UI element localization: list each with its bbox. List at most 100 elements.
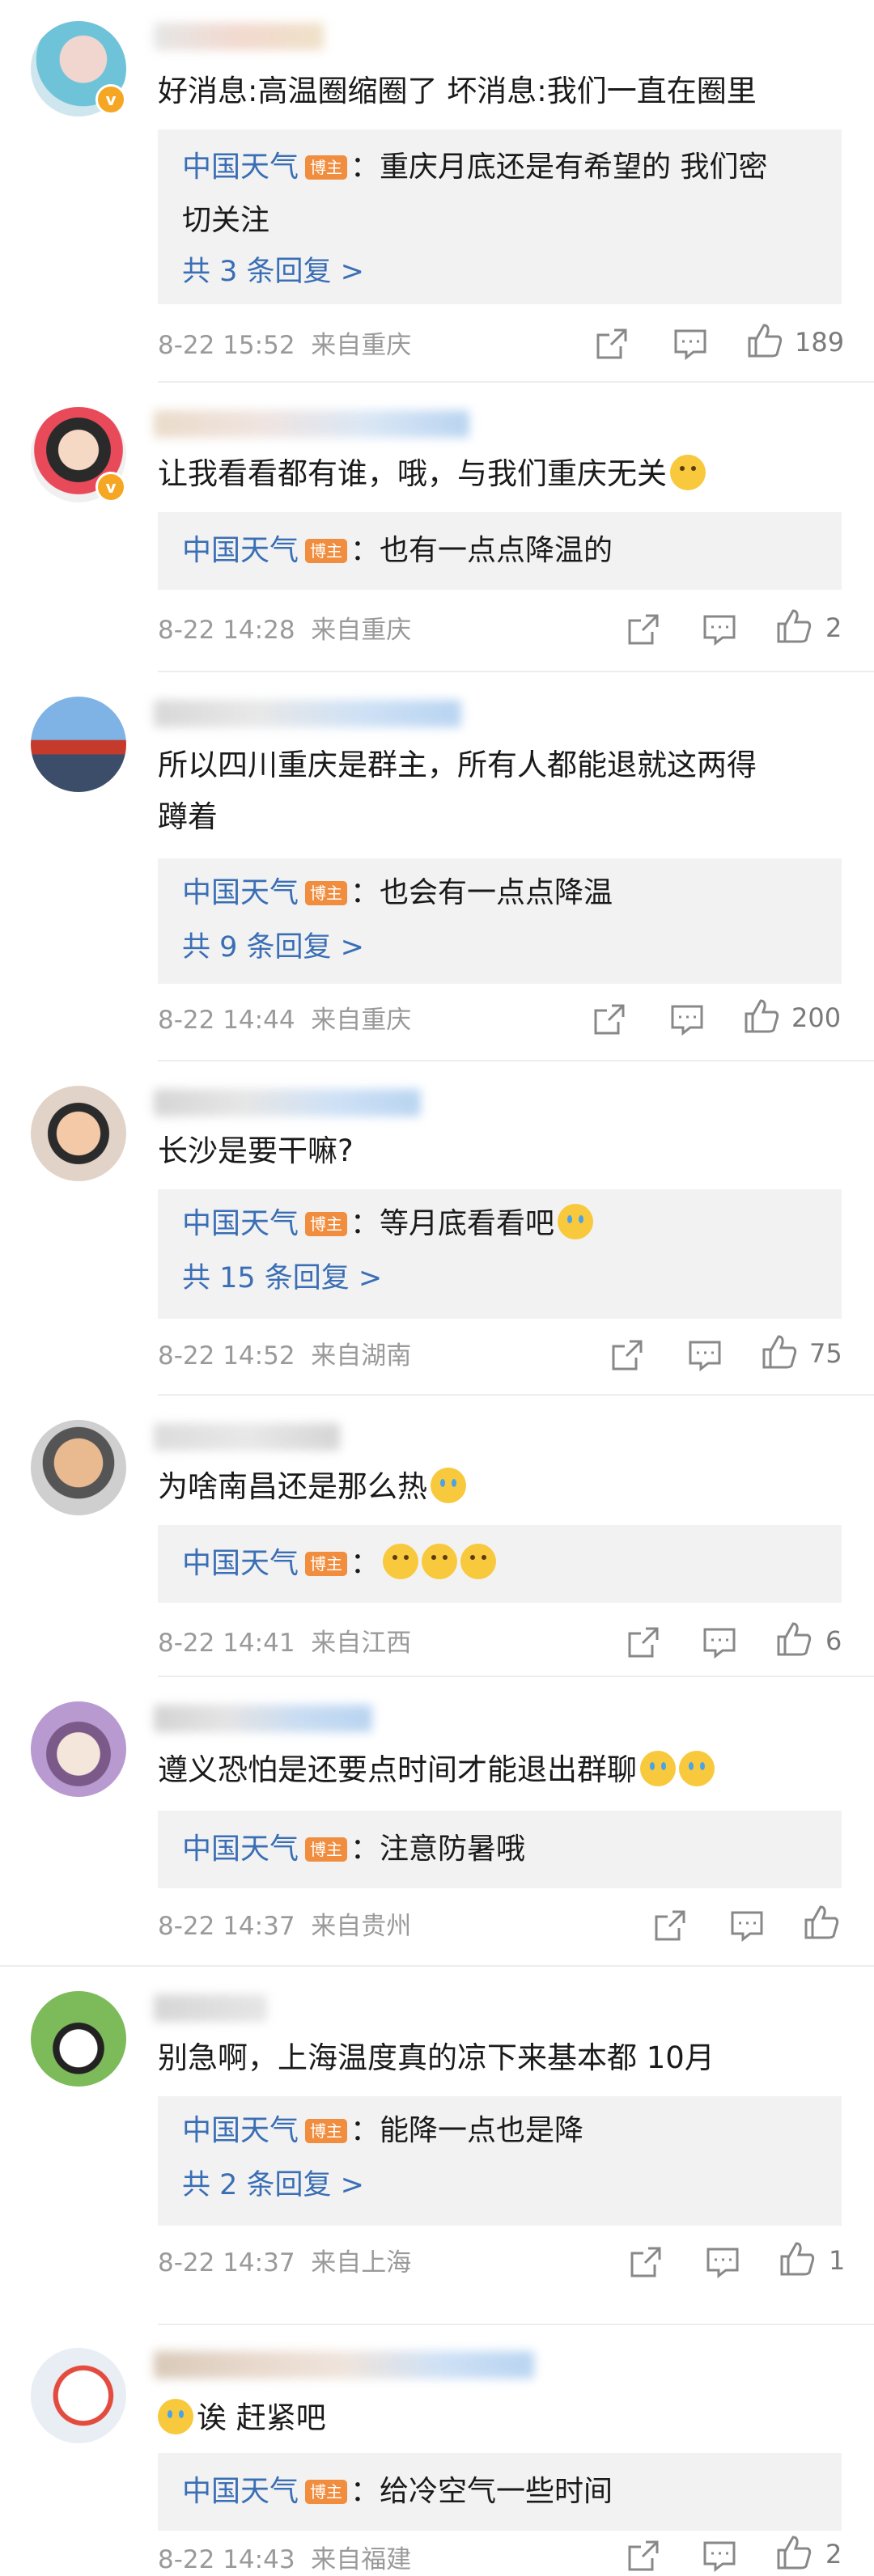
- reply-text: ：: [350, 1547, 380, 1580]
- avatar[interactable]: [31, 2348, 126, 2443]
- reply-author[interactable]: 中国天气: [182, 2475, 299, 2508]
- author-tag: 博主: [305, 2480, 348, 2504]
- author-tag: 博主: [305, 539, 348, 563]
- username-blurred[interactable]: [154, 2351, 534, 2379]
- comment-meta: 8-22 14:41 来自江西: [158, 1627, 411, 1659]
- thumbs-up-icon[interactable]: [779, 2240, 816, 2277]
- reply-line: 中国天气 博主 ：等月底看看吧: [182, 1197, 825, 1251]
- comment-location: 来自上海: [311, 2248, 412, 2277]
- share-icon[interactable]: [609, 1337, 646, 1374]
- reply-box[interactable]: 中国天气 博主 ：重庆月底还是有希望的 我们密 切关注 共 3 条回复 >: [158, 129, 842, 304]
- reply-box[interactable]: 中国天气 博主 ：也有一点点降温的: [158, 512, 842, 590]
- username-blurred[interactable]: [154, 1089, 421, 1116]
- avatar[interactable]: [31, 1086, 126, 1181]
- comment-date: 8-22 14:37: [158, 2248, 295, 2277]
- comment-icon[interactable]: [686, 1337, 723, 1374]
- reply-author[interactable]: 中国天气: [182, 150, 299, 184]
- comment-icon[interactable]: [701, 611, 738, 648]
- comment-icon[interactable]: [704, 2243, 741, 2281]
- username-blurred[interactable]: [154, 1423, 340, 1451]
- comment-meta: 8-22 15:52 来自重庆: [158, 329, 411, 362]
- username-blurred[interactable]: [154, 1705, 372, 1732]
- comment-meta: 8-22 14:43 来自福建: [158, 2544, 411, 2576]
- reply-box[interactable]: 中国天气 博主 ：注意防暑哦: [158, 1811, 842, 1888]
- avatar[interactable]: [31, 1701, 126, 1797]
- comment-icon[interactable]: [728, 1907, 766, 1944]
- reply-line: 中国天气 博主 ：也会有一点点降温: [182, 866, 825, 920]
- username-blurred[interactable]: [154, 23, 324, 50]
- author-tag: 博主: [305, 2119, 348, 2143]
- share-icon[interactable]: [591, 1001, 628, 1038]
- thumbs-up-icon[interactable]: [746, 322, 783, 359]
- comment-location: 来自湖南: [311, 1341, 412, 1371]
- comment-date: 8-22 14:52: [158, 1341, 295, 1371]
- more-replies-link[interactable]: 共 3 条回复 >: [182, 248, 364, 296]
- like-count: 1: [829, 2245, 846, 2276]
- thumbs-up-icon[interactable]: [761, 1333, 798, 1371]
- like-count: 6: [825, 1625, 842, 1656]
- reply-box[interactable]: 中国天气 博主 ：能降一点也是降 共 2 条回复 >: [158, 2096, 842, 2226]
- reply-author[interactable]: 中国天气: [182, 1547, 299, 1580]
- laugh-cry-emoji-icon: [558, 1204, 594, 1239]
- username-blurred[interactable]: [154, 700, 461, 727]
- thumbs-up-icon[interactable]: [775, 1621, 812, 1658]
- reply-author[interactable]: 中国天气: [182, 1207, 299, 1240]
- share-icon[interactable]: [651, 1907, 689, 1944]
- emoji-3-icon: [460, 1544, 497, 1579]
- comment-text: 好消息:高温圈缩圈了 坏消息:我们一直在圈里: [158, 74, 757, 108]
- comment-icon[interactable]: [701, 1624, 738, 1661]
- comment-location: 来自重庆: [311, 331, 412, 360]
- like-count: 2: [825, 2539, 842, 2570]
- comment-date: 8-22 14:41: [158, 1629, 295, 1658]
- thumbs-up-icon[interactable]: [775, 2534, 812, 2571]
- share-icon[interactable]: [627, 2243, 664, 2281]
- comment-text-content: 让我看看都有谁，哦，与我们重庆无关: [158, 456, 667, 491]
- avatar[interactable]: [31, 697, 126, 792]
- comment-location: 来自江西: [311, 1629, 412, 1658]
- thumbs-up-icon[interactable]: [803, 1904, 840, 1941]
- like-count: 200: [791, 1002, 842, 1033]
- reply-box[interactable]: 中国天气 博主 ：给冷空气一些时间: [158, 2453, 842, 2531]
- comment-item: 所以四川重庆是群主，所有人都能退就这两得 蹲着 中国天气 博主 ：也会有一点点降温 …: [0, 672, 874, 1059]
- comment-item: 为啥南昌还是那么热 中国天气 博主： 8-22 14:41 来自江西 6: [0, 1396, 874, 1675]
- comment-item: v 好消息:高温圈缩圈了 坏消息:我们一直在圈里 中国天气 博主 ：重庆月底还是有希…: [0, 0, 874, 380]
- comment-location: 来自贵州: [311, 1912, 412, 1941]
- comment-location: 来自重庆: [311, 1006, 412, 1035]
- reply-text: ：也有一点点降温的: [350, 534, 613, 567]
- crying-emoji-icon: [431, 1468, 466, 1503]
- comment-meta: 8-22 14:44 来自重庆: [158, 1004, 411, 1036]
- reply-box[interactable]: 中国天气 博主 ：等月底看看吧 共 15 条回复 >: [158, 1189, 842, 1319]
- share-icon[interactable]: [625, 611, 662, 648]
- author-tag: 博主: [305, 881, 348, 905]
- reply-line: 中国天气 博主：: [182, 1537, 825, 1591]
- reply-text: ：给冷空气一些时间: [350, 2475, 613, 2508]
- reply-line: 中国天气 博主 ：重庆月底还是有希望的 我们密: [182, 141, 825, 194]
- verified-badge-icon: v: [95, 84, 126, 115]
- share-icon[interactable]: [593, 325, 630, 362]
- more-replies-link[interactable]: 共 2 条回复 >: [182, 2161, 364, 2210]
- reply-line: 中国天气 博主 ：也有一点点降温的: [182, 524, 825, 578]
- avatar[interactable]: [31, 1420, 126, 1515]
- more-replies-link[interactable]: 共 9 条回复 >: [182, 923, 364, 972]
- share-icon[interactable]: [625, 1624, 662, 1661]
- reply-author[interactable]: 中国天气: [182, 876, 299, 909]
- reply-author[interactable]: 中国天气: [182, 1832, 299, 1866]
- username-blurred[interactable]: [154, 1994, 267, 2022]
- comment-icon[interactable]: [672, 325, 709, 362]
- avatar[interactable]: [31, 1991, 126, 2087]
- thumbs-up-icon[interactable]: [775, 608, 812, 645]
- username-blurred[interactable]: [154, 410, 469, 438]
- reply-author[interactable]: 中国天气: [182, 2114, 299, 2147]
- comment-icon[interactable]: [668, 1001, 706, 1038]
- thumbs-up-icon[interactable]: [743, 998, 780, 1035]
- comment-item: 长沙是要干嘛? 中国天气 博主 ：等月底看看吧 共 15 条回复 > 8-22 14…: [0, 1061, 874, 1393]
- comment-icon[interactable]: [701, 2537, 738, 2574]
- reply-box[interactable]: 中国天气 博主 ：也会有一点点降温 共 9 条回复 >: [158, 858, 842, 984]
- comment-item: 别急啊，上海温度真的凉下来基本都 10月 中国天气 博主 ：能降一点也是降 共 2 …: [0, 1967, 874, 2323]
- reply-author[interactable]: 中国天气: [182, 534, 299, 567]
- more-replies-link[interactable]: 共 15 条回复 >: [182, 1254, 382, 1303]
- reply-box[interactable]: 中国天气 博主：: [158, 1525, 842, 1603]
- share-icon[interactable]: [625, 2537, 662, 2574]
- comment-item: v 让我看看都有谁，哦，与我们重庆无关 中国天气 博主 ：也有一点点降温的 8-22…: [0, 383, 874, 670]
- comment-date: 8-22 15:52: [158, 331, 295, 360]
